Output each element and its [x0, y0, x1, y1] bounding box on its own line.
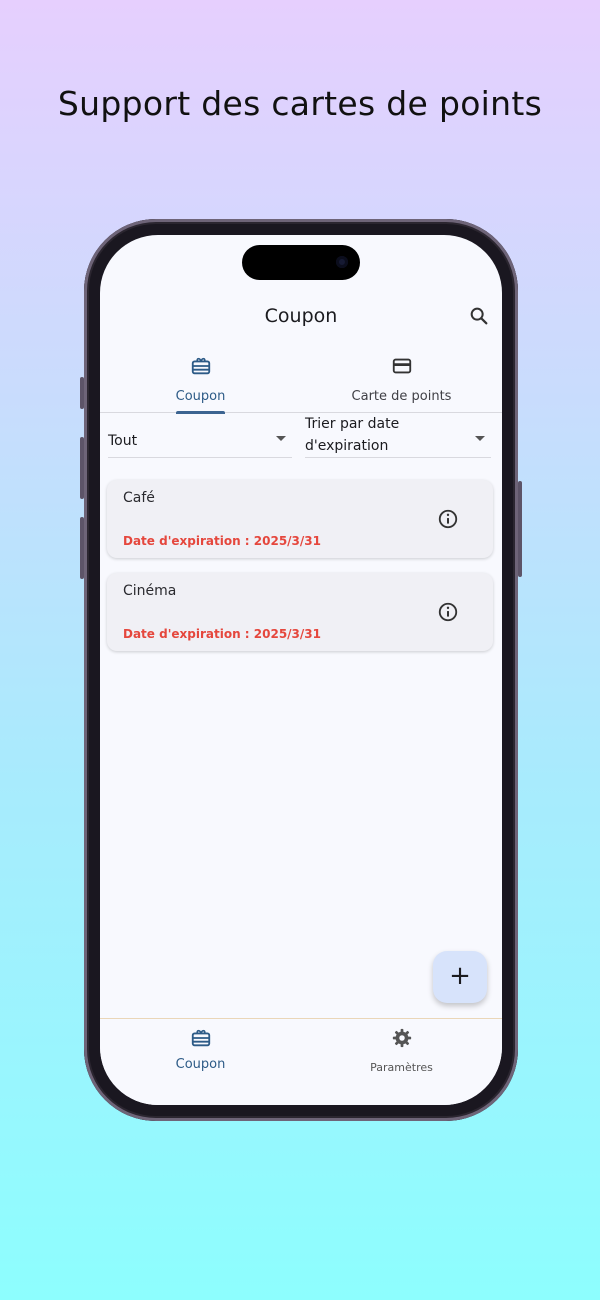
phone-power-button: [518, 481, 522, 577]
gear-icon: [392, 1028, 412, 1048]
nav-item-settings[interactable]: Paramètres: [301, 1019, 502, 1105]
sort-dropdown-value-line1: Trier par date: [305, 416, 400, 432]
coupon-card[interactable]: Cinéma Date d'expiration : 2025/3/31: [107, 573, 493, 651]
plus-icon: +: [449, 961, 471, 991]
category-dropdown-value: Tout: [108, 433, 138, 449]
dynamic-island: [242, 245, 360, 280]
gift-card-icon: [191, 357, 211, 375]
tab-loyalty-card-label: Carte de points: [351, 389, 452, 404]
coupon-card[interactable]: Café Date d'expiration : 2025/3/31: [107, 480, 493, 558]
nav-item-coupon-label: Coupon: [175, 1057, 226, 1072]
camera-icon: [336, 256, 348, 268]
tab-active-indicator: [176, 411, 225, 414]
info-icon[interactable]: [437, 508, 459, 530]
coupon-name: Café: [123, 490, 155, 506]
sort-dropdown[interactable]: Trier par date d'expiration: [305, 416, 491, 458]
gift-card-icon: [191, 1029, 211, 1047]
coupon-expiration: Date d'expiration : 2025/3/31: [123, 627, 321, 641]
tab-loyalty-card[interactable]: Carte de points: [301, 347, 502, 413]
dropdown-arrow-icon: [475, 436, 485, 441]
coupon-name: Cinéma: [123, 583, 177, 599]
add-coupon-button[interactable]: +: [433, 951, 487, 1003]
sort-dropdown-value-line2: d'expiration: [305, 438, 389, 454]
search-icon: [470, 307, 488, 325]
tab-coupon-label: Coupon: [175, 389, 226, 404]
phone-action-button: [80, 377, 84, 409]
phone-volume-down: [80, 517, 84, 579]
tab-coupon[interactable]: Coupon: [100, 347, 301, 414]
info-icon[interactable]: [437, 601, 459, 623]
bottom-navigation: Coupon Paramètres: [100, 1018, 502, 1105]
search-button[interactable]: [468, 305, 490, 327]
tab-bar: Coupon Carte de points: [100, 347, 502, 414]
dropdown-arrow-icon: [276, 436, 286, 441]
app-screen: Coupon Coupon Carte de points Tout Trier…: [100, 235, 502, 1105]
phone-frame: Coupon Coupon Carte de points Tout Trier…: [80, 219, 522, 1121]
headline: Support des cartes de points: [57, 84, 543, 123]
nav-item-coupon[interactable]: Coupon: [100, 1019, 301, 1105]
phone-volume-up: [80, 437, 84, 499]
category-dropdown[interactable]: Tout: [108, 422, 292, 458]
credit-card-icon: [392, 358, 412, 374]
coupon-expiration: Date d'expiration : 2025/3/31: [123, 534, 321, 548]
page-title: Coupon: [264, 305, 338, 327]
nav-item-settings-label: Paramètres: [370, 1061, 433, 1074]
